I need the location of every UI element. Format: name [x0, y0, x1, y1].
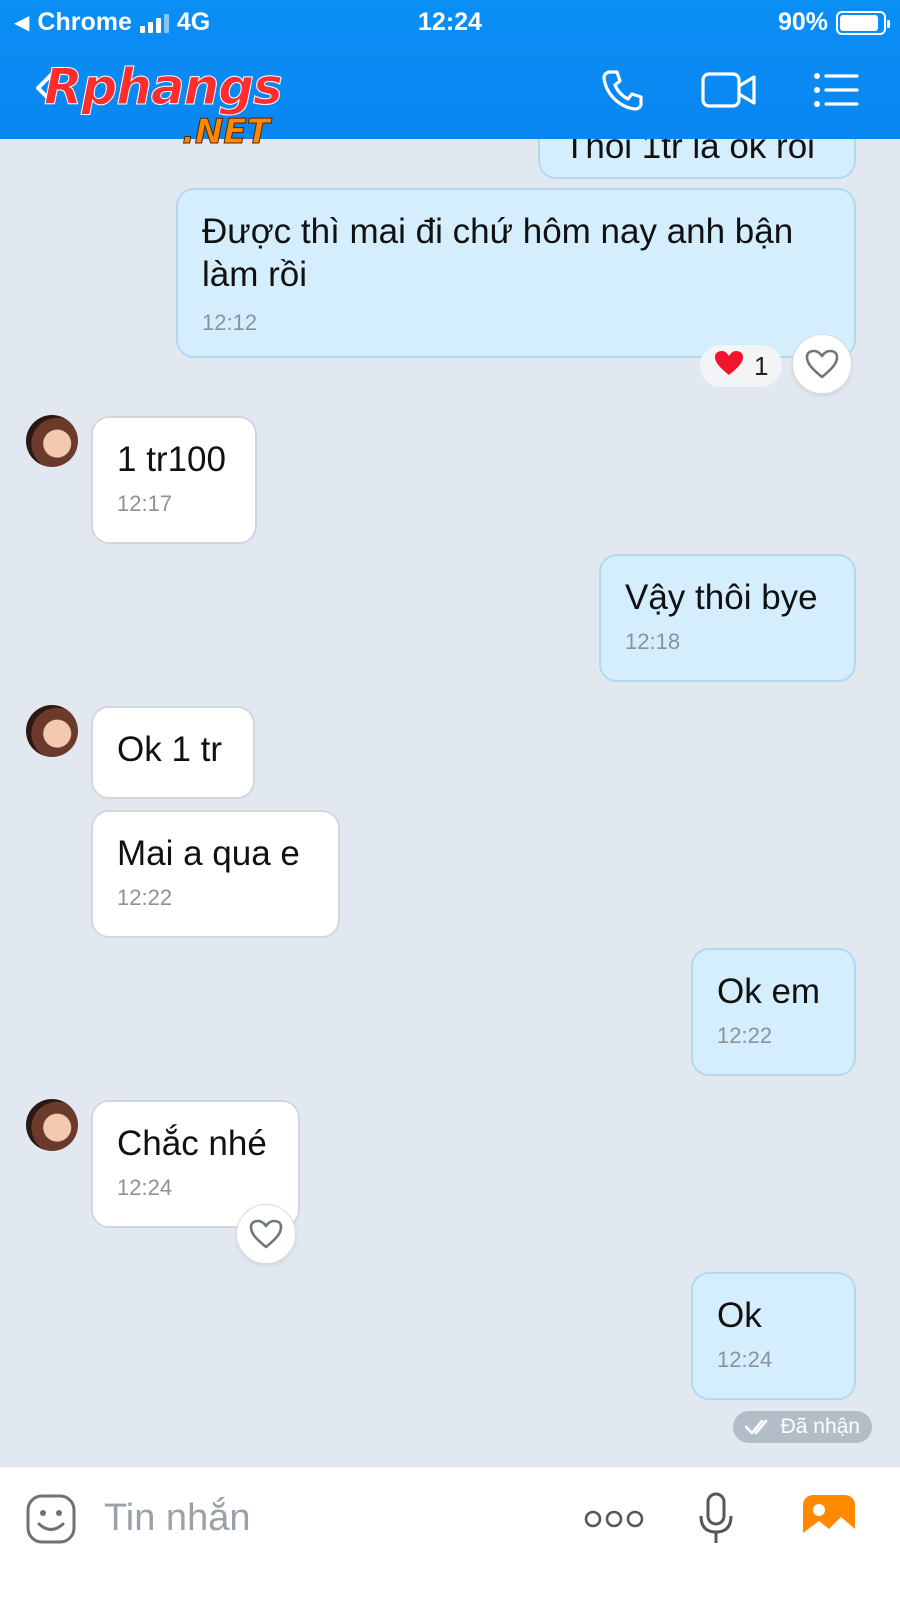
message-bubble-outgoing[interactable]: Ok em 12:22 [691, 948, 856, 1076]
status-time: 12:24 [418, 8, 482, 36]
message-bubble-outgoing[interactable]: Được thì mai đi chứ hôm nay anh bận làm … [176, 188, 856, 358]
watermark-main: Rphangs [44, 58, 284, 117]
reaction-badge[interactable]: 1 [700, 345, 783, 387]
message-time: 12:22 [717, 1023, 773, 1048]
message-time: 12:24 [717, 1347, 773, 1372]
message-list[interactable]: Thôi 1tr là ok rồi Được thì mai đi chứ h… [0, 139, 900, 1497]
heart-reaction-icon [714, 350, 744, 383]
message-text: Chắc nhé [117, 1124, 267, 1163]
message-time: 12:24 [117, 1175, 173, 1200]
heart-outline-icon [805, 349, 839, 379]
delivery-status-label: Đã nhận [780, 1415, 860, 1438]
avatar[interactable] [26, 705, 78, 757]
message-text: Thôi 1tr là ok rồi [564, 139, 815, 166]
video-call-icon[interactable] [700, 64, 758, 116]
battery-icon [836, 10, 890, 35]
message-text: Ok em [717, 972, 821, 1011]
more-icon[interactable] [584, 1489, 644, 1549]
battery-label: 90% [777, 8, 828, 36]
message-text: Mai a qua e [117, 834, 300, 873]
message-time: 12:12 [202, 310, 258, 335]
avatar[interactable] [26, 415, 78, 467]
message-bubble-incoming[interactable]: Mai a qua e 12:22 [91, 810, 340, 938]
microphone-icon[interactable] [696, 1489, 736, 1549]
message-text: Ok [717, 1296, 762, 1335]
reaction-count: 1 [754, 350, 769, 381]
message-time: 12:17 [117, 491, 173, 516]
message-bubble-incoming[interactable]: 1 tr100 12:17 [91, 416, 257, 544]
message-bubble-incoming[interactable]: Ok 1 tr [91, 706, 255, 799]
menu-list-icon[interactable] [812, 64, 860, 116]
status-bar: ◀ Chrome 4G 12:24 90% [0, 0, 900, 46]
emoji-icon[interactable] [24, 1489, 78, 1549]
delivery-status-badge: Đã nhận [732, 1411, 872, 1443]
like-heart-button[interactable] [792, 334, 852, 394]
message-text: Ok 1 tr [117, 730, 223, 769]
message-input-bar: Tin nhắn [0, 1466, 900, 1600]
message-input[interactable]: Tin nhắn [104, 1497, 250, 1540]
message-text: 1 tr100 [117, 440, 226, 479]
message-text: Được thì mai đi chứ hôm nay anh bận làm … [202, 212, 794, 294]
message-time: 12:18 [625, 629, 681, 654]
message-bubble-outgoing[interactable]: Ok 12:24 [691, 1272, 856, 1400]
gallery-icon[interactable] [800, 1489, 858, 1549]
message-bubble-outgoing[interactable]: Thôi 1tr là ok rồi [538, 139, 856, 179]
phone-icon[interactable] [598, 64, 648, 116]
heart-outline-icon [249, 1219, 283, 1249]
top-bar: ◀ Chrome 4G 12:24 90% Rphangs .NET [0, 0, 900, 153]
message-bubble-outgoing[interactable]: Vậy thôi bye 12:18 [599, 554, 856, 682]
message-time: 12:22 [117, 885, 173, 910]
like-heart-button[interactable] [236, 1204, 296, 1264]
status-right: 90% [777, 8, 890, 37]
watermark-main-text: Rphangs [44, 58, 284, 117]
double-check-icon [744, 1419, 767, 1435]
message-text: Vậy thôi bye [625, 578, 818, 617]
avatar[interactable] [26, 1099, 78, 1151]
